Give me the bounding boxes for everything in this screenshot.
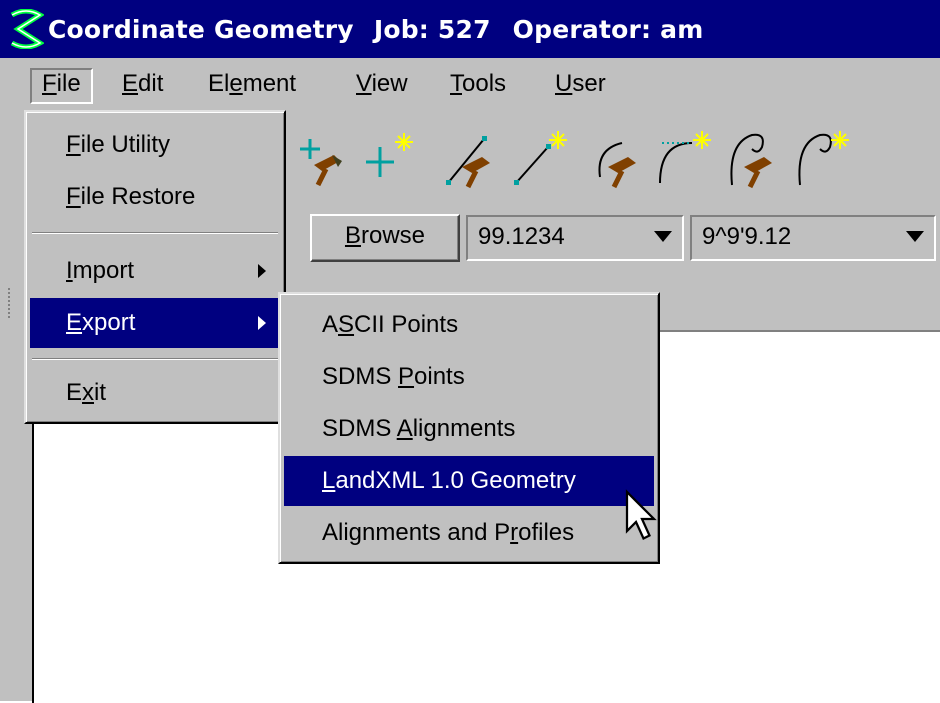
value-combo-1[interactable]: 99.1234: [466, 215, 684, 261]
menu-edit[interactable]: Edit: [122, 68, 163, 100]
menu-element[interactable]: Element: [208, 68, 296, 100]
browse-button[interactable]: Browse: [310, 214, 460, 262]
line-sparkle-icon[interactable]: [508, 125, 572, 189]
menu-separator: [32, 232, 278, 234]
point-sparkle-icon[interactable]: [360, 125, 424, 189]
menu-item-import[interactable]: Import: [30, 246, 280, 296]
export-submenu: ASCII Points SDMS Points SDMS Alignments…: [278, 292, 660, 564]
menu-tools[interactable]: Tools: [450, 68, 506, 100]
value-combo-2-text: 9^9'9.12: [702, 223, 792, 250]
submenu-item-alignments-profiles[interactable]: Alignments and Profiles: [284, 508, 654, 558]
chevron-down-icon[interactable]: [654, 231, 672, 242]
menu-separator: [32, 358, 278, 360]
chevron-down-icon[interactable]: [906, 231, 924, 242]
menu-view[interactable]: View: [356, 68, 408, 100]
curve-sparkle-icon[interactable]: [652, 125, 716, 189]
title-bar: Coordinate Geometry Job: 527 Operator: a…: [0, 0, 940, 58]
file-menu: File Utility File Restore Import Export …: [24, 110, 286, 424]
value-combo-1-text: 99.1234: [478, 223, 565, 250]
arc-hammer-icon[interactable]: [586, 125, 650, 189]
submenu-item-sdms-alignments[interactable]: SDMS Alignments: [284, 404, 654, 454]
value-combo-2[interactable]: 9^9'9.12: [690, 215, 936, 261]
menu-file[interactable]: File: [30, 68, 93, 104]
operator-label: Operator: am: [512, 14, 704, 44]
mouse-cursor-icon: [625, 489, 657, 541]
spiral-sparkle-icon[interactable]: [790, 125, 854, 189]
menu-item-export[interactable]: Export: [30, 298, 280, 348]
menu-item-file-restore[interactable]: File Restore: [30, 172, 280, 222]
spiral-hammer-icon[interactable]: [722, 125, 786, 189]
cogo-point-hammer-icon[interactable]: [292, 125, 356, 189]
job-label: Job: 527: [373, 14, 491, 44]
app-title: Coordinate Geometry: [48, 14, 354, 44]
menu-user[interactable]: User: [555, 68, 606, 100]
line-hammer-icon[interactable]: [440, 125, 504, 189]
submenu-item-landxml-geometry[interactable]: LandXML 1.0 Geometry: [284, 456, 654, 506]
menu-item-exit[interactable]: Exit: [30, 368, 280, 418]
submenu-item-ascii-points[interactable]: ASCII Points: [284, 300, 654, 350]
submenu-item-sdms-points[interactable]: SDMS Points: [284, 352, 654, 402]
dock-grip[interactable]: [8, 288, 14, 318]
menu-bar: File Edit Element View Tools User: [0, 58, 940, 109]
menu-item-file-utility[interactable]: File Utility: [30, 120, 280, 170]
app-logo-icon: [10, 9, 44, 49]
submenu-arrow-icon: [258, 264, 266, 278]
submenu-arrow-icon: [258, 316, 266, 330]
